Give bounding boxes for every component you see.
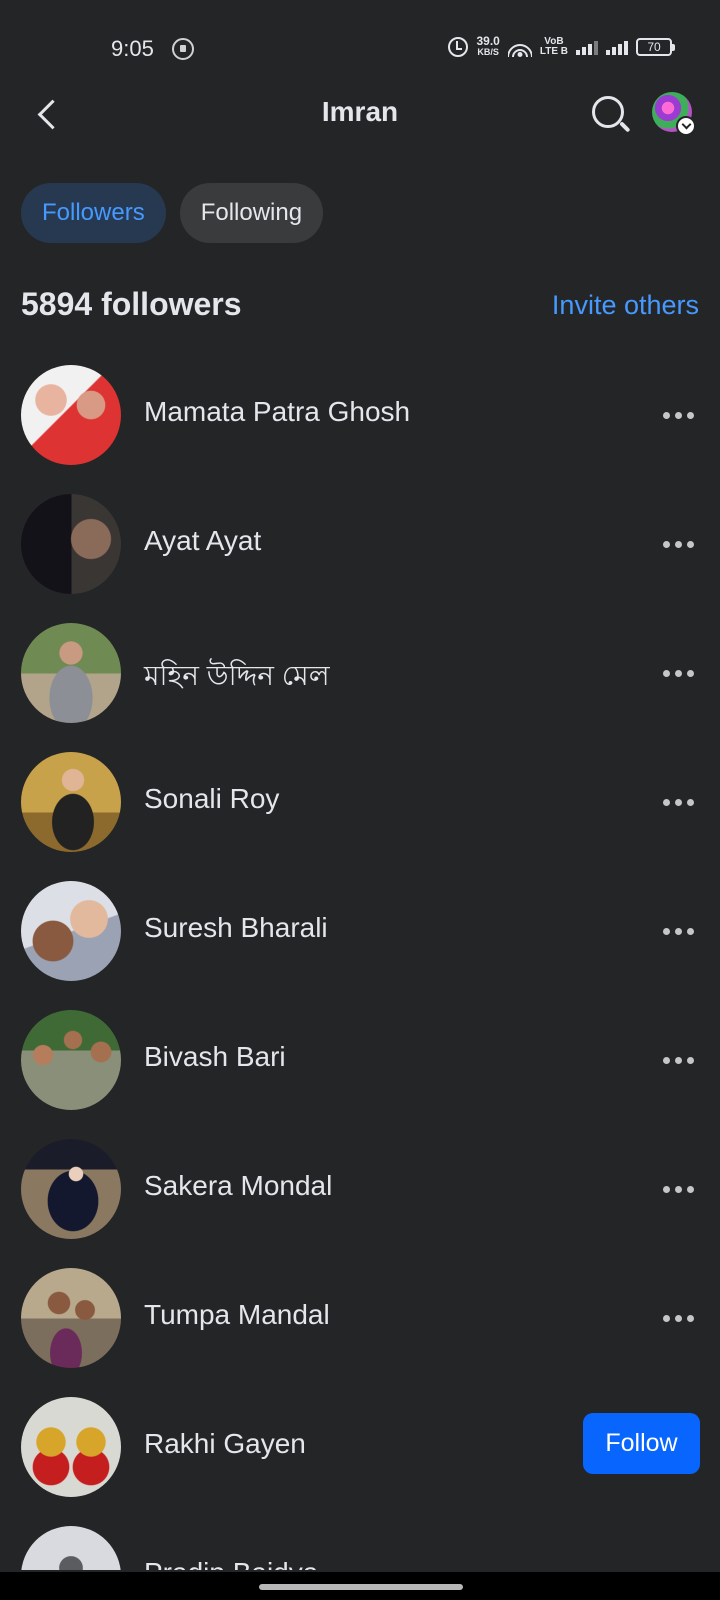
more-options-button[interactable]	[656, 1301, 700, 1335]
alarm-icon	[448, 37, 469, 57]
follow-button[interactable]: Follow	[583, 1413, 700, 1474]
avatar[interactable]	[21, 1010, 121, 1110]
search-button[interactable]	[588, 92, 632, 136]
person-name[interactable]: Sakera Mondal	[144, 1170, 332, 1202]
list-item[interactable]: Bivash Bari	[0, 1005, 720, 1134]
avatar[interactable]	[21, 1397, 121, 1497]
avatar[interactable]	[21, 881, 121, 981]
home-gesture-handle[interactable]	[259, 1584, 463, 1590]
more-options-button[interactable]	[656, 914, 700, 948]
list-item[interactable]: Sakera Mondal	[0, 1134, 720, 1263]
invite-others-link[interactable]: Invite others	[552, 290, 699, 321]
person-name[interactable]: Tumpa Mandal	[144, 1299, 330, 1331]
back-button[interactable]	[30, 94, 70, 134]
list-item[interactable]: মহিন উদ্দিন মেল	[0, 618, 720, 747]
network-speed: 39.0 KB/S	[476, 34, 500, 58]
volte-bottom: LTE B	[539, 46, 568, 57]
person-name[interactable]: Suresh Bharali	[144, 912, 328, 944]
status-time: 9:05	[111, 36, 154, 61]
app-header: Imran	[0, 80, 720, 150]
media-recording-icon	[172, 38, 194, 60]
tab-bar: Followers Following	[21, 183, 324, 243]
person-name[interactable]: Mamata Patra Ghosh	[144, 396, 410, 428]
avatar[interactable]	[21, 1526, 121, 1570]
list-item[interactable]: Tumpa Mandal	[0, 1263, 720, 1392]
more-options-button[interactable]	[656, 1559, 700, 1570]
network-speed-unit: KB/S	[477, 47, 499, 57]
person-name[interactable]: Bivash Bari	[144, 1041, 286, 1073]
person-name[interactable]: Ayat Ayat	[144, 525, 261, 557]
followers-count: 5894 followers	[21, 286, 242, 322]
list-item[interactable]: Sonali Roy	[0, 747, 720, 876]
system-navigation-bar	[0, 1572, 720, 1600]
more-options-button[interactable]	[656, 656, 700, 690]
person-name[interactable]: Rakhi Gayen	[144, 1428, 306, 1460]
follower-list: Mamata Patra Ghosh Ayat Ayat মহিন উদ্দিন…	[0, 360, 720, 1570]
avatar[interactable]	[21, 365, 121, 465]
volte-indicator: VoB LTE B	[540, 37, 568, 57]
battery-icon: 70	[636, 38, 675, 56]
status-indicators: 39.0 KB/S VoB LTE B 70	[448, 34, 675, 58]
list-item[interactable]: Rakhi Gayen Follow	[0, 1392, 720, 1521]
more-options-button[interactable]	[656, 398, 700, 432]
more-options-button[interactable]	[656, 1043, 700, 1077]
chevron-down-icon	[676, 116, 696, 136]
avatar[interactable]	[21, 1268, 121, 1368]
network-speed-value: 39.0	[476, 34, 500, 48]
followers-summary: 5894 followers Invite others	[21, 282, 699, 332]
signal-sim2-icon	[606, 39, 628, 55]
more-options-button[interactable]	[656, 527, 700, 561]
person-name[interactable]: Pradip Baidya	[144, 1557, 318, 1570]
list-item[interactable]: Suresh Bharali	[0, 876, 720, 1005]
avatar[interactable]	[21, 752, 121, 852]
tab-followers[interactable]: Followers	[21, 183, 166, 243]
more-options-button[interactable]	[656, 785, 700, 819]
list-item[interactable]: Pradip Baidya	[0, 1521, 720, 1570]
list-item[interactable]: Mamata Patra Ghosh	[0, 360, 720, 489]
more-options-button[interactable]	[656, 1172, 700, 1206]
avatar[interactable]	[21, 494, 121, 594]
person-name[interactable]: মহিন উদ্দিন মেল	[144, 654, 330, 701]
list-item[interactable]: Ayat Ayat	[0, 489, 720, 618]
avatar[interactable]	[21, 1139, 121, 1239]
person-name[interactable]: Sonali Roy	[144, 783, 279, 815]
avatar[interactable]	[21, 623, 121, 723]
signal-sim1-icon	[576, 39, 598, 55]
tab-following[interactable]: Following	[179, 183, 324, 243]
wifi-icon	[507, 37, 532, 57]
profile-switcher-button[interactable]	[652, 92, 696, 136]
